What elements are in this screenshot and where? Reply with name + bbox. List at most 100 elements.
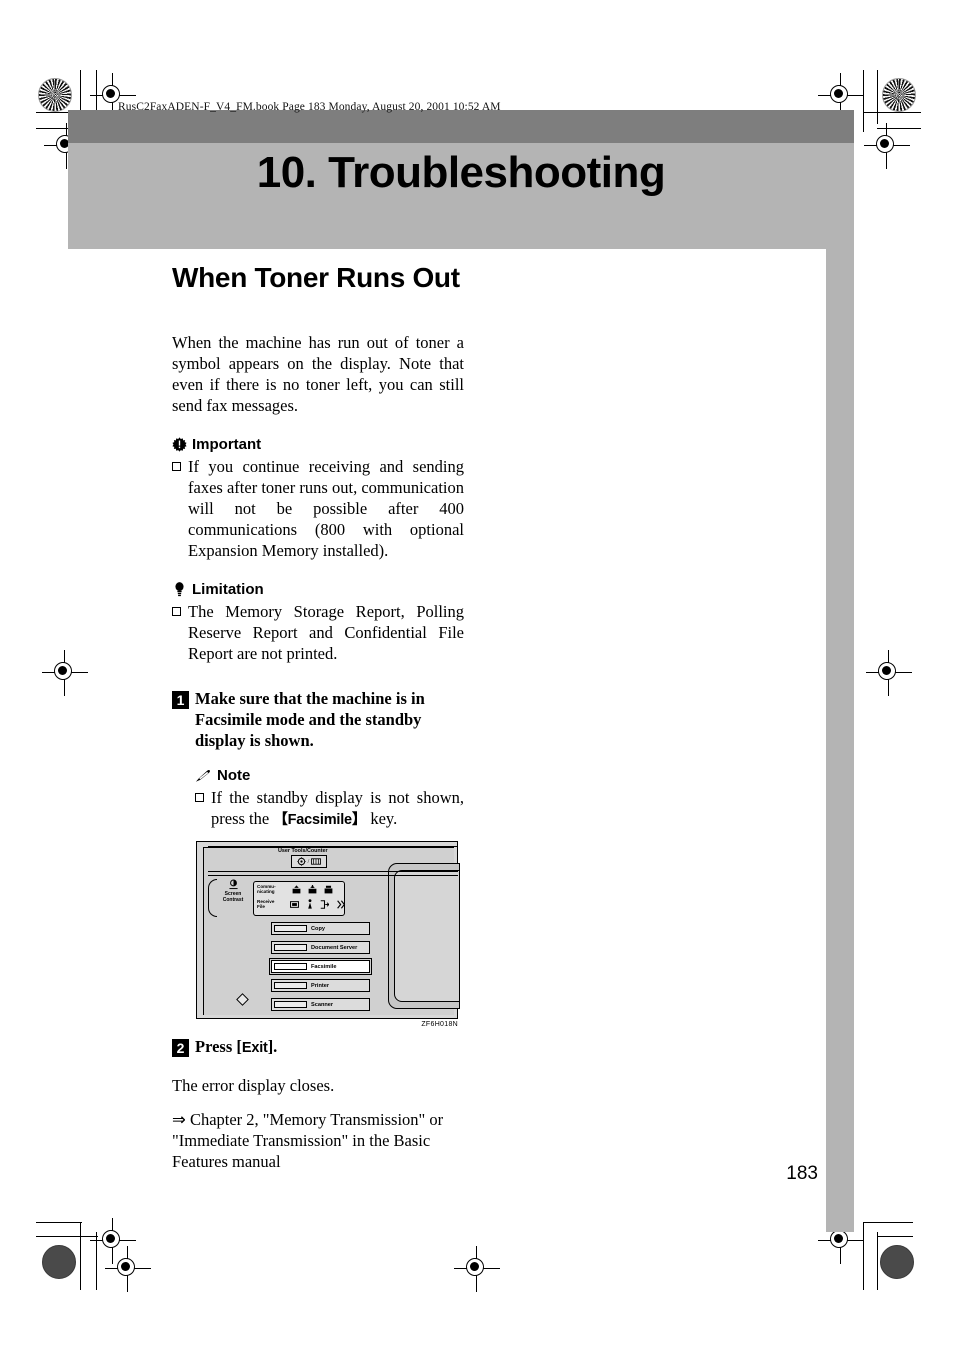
screen-contrast-control[interactable]: Screen Contrast <box>214 879 252 919</box>
function-key-document-server-label: Document Server <box>311 944 358 951</box>
function-key-document-server[interactable]: Document Server <box>271 941 370 954</box>
screen-contrast-label-2: Contrast <box>222 897 244 903</box>
step-1-row: 1 Make sure that the machine is in Facsi… <box>172 688 464 751</box>
density-patch-bottom-right <box>880 1245 914 1279</box>
crop-line-tr-h2 <box>877 128 921 130</box>
registration-mark-bottom-center <box>454 1246 500 1292</box>
control-panel-figure: User Tools/Counter / Screen Contrast Com… <box>196 841 460 1028</box>
star-target-mark-top-right <box>882 78 916 112</box>
square-bullet-icon <box>172 462 181 471</box>
function-key-printer[interactable]: Printer <box>271 979 370 992</box>
important-item: If you continue receiving and sending fa… <box>172 456 464 561</box>
star-target-mark-top-left <box>38 78 72 112</box>
function-key-lamp <box>274 982 307 989</box>
page-number: 183 <box>786 1163 818 1184</box>
note-item-suffix: key. <box>366 809 398 828</box>
limitation-heading: Limitation <box>172 581 464 598</box>
crop-line-tr-h1 <box>863 112 921 114</box>
note-block: Note If the standby display is not shown… <box>195 767 464 831</box>
function-key-scanner-label: Scanner <box>311 1001 334 1008</box>
step-2-number: 2 <box>172 1039 189 1057</box>
square-bullet-icon <box>172 607 181 616</box>
crop-line-br-v1 <box>863 1222 865 1290</box>
crop-line-bl-v2 <box>96 1232 98 1290</box>
figure-rule-b <box>208 875 458 876</box>
book-file-header: RusC2FaxADEN-F_V4_FM.book Page 183 Monda… <box>118 101 501 113</box>
function-key-lamp <box>274 963 307 970</box>
registration-mark-mid-right <box>866 650 912 696</box>
limitation-block: Limitation The Memory Storage Report, Po… <box>172 581 464 664</box>
communicating-label-2: nicating <box>257 889 275 894</box>
pencil-icon <box>195 769 211 783</box>
step-2-row: 2 Press [Exit]. <box>172 1036 464 1059</box>
chapter-band-dark <box>68 110 854 143</box>
registration-mark-mid-left <box>42 650 88 696</box>
crop-line-br-v2 <box>877 1232 879 1290</box>
exit-key-label: Exit <box>241 1040 268 1056</box>
limitation-item-text: The Memory Storage Report, Polling Reser… <box>188 602 464 663</box>
function-key-scanner[interactable]: Scanner <box>271 998 370 1011</box>
receive-indicator-icon <box>308 885 317 894</box>
function-key-lamp <box>274 1001 307 1008</box>
section-heading: When Toner Runs Out <box>172 262 460 293</box>
output-tray-icon <box>320 900 329 909</box>
section-intro-paragraph: When the machine has run out of toner a … <box>172 333 464 415</box>
step-1-text: Make sure that the machine is in Facsimi… <box>195 689 425 750</box>
contrast-dial-icon <box>228 879 238 890</box>
crop-line-tr-v2 <box>877 70 879 124</box>
function-key-copy[interactable]: Copy <box>271 922 370 935</box>
crop-line-bl-h2 <box>36 1236 98 1238</box>
memory-indicator-icon <box>324 885 333 894</box>
important-heading: Important <box>172 436 464 453</box>
limitation-label: Limitation <box>192 581 264 598</box>
content-column: When Toner Runs Out When the machine has… <box>172 262 464 831</box>
step-2-text-after: ]. <box>267 1037 278 1056</box>
chapter-title: 10. Troubleshooting <box>256 148 666 197</box>
page-edge-rail <box>826 249 854 1232</box>
figure-caption: ZF6H018N <box>421 1021 458 1028</box>
step-2-result-text: The error display closes. <box>172 1076 335 1095</box>
note-label: Note <box>217 767 251 784</box>
crop-line-tr-v1 <box>863 70 865 132</box>
crop-line-bl-h1 <box>36 1222 82 1224</box>
registration-mark-bottom-left-x <box>105 1246 151 1292</box>
step-2-text: Press [Exit]. <box>195 1036 464 1059</box>
crop-line-br-h2 <box>877 1236 913 1238</box>
lightbulb-icon <box>174 582 185 597</box>
note-heading: Note <box>195 767 464 784</box>
step-2-text-before: Press [ <box>195 1037 242 1056</box>
person-indicator-icon <box>308 899 312 909</box>
misfeed-indicator-icon <box>337 900 346 909</box>
content-column-lower: 2 Press [Exit]. The error display closes… <box>172 1036 464 1172</box>
user-tools-counter-button[interactable]: / <box>291 855 327 868</box>
function-key-facsimile[interactable]: Facsimile <box>269 958 372 975</box>
figure-display-screen <box>394 870 460 1002</box>
registration-mark-top-right-inner <box>864 123 910 169</box>
figure-top-rule <box>208 846 458 847</box>
function-key-lamp <box>274 944 307 951</box>
crop-line-br-h1 <box>863 1222 913 1224</box>
step-1: 1 Make sure that the machine is in Facsi… <box>172 688 464 751</box>
user-tools-counter-label: User Tools/Counter <box>278 848 328 854</box>
important-label: Important <box>192 436 262 453</box>
function-key-copy-label: Copy <box>311 925 325 932</box>
facsimile-key-label: 【Facsimile】 <box>273 812 367 828</box>
square-bullet-icon <box>195 793 204 802</box>
crop-line-bl-v1 <box>80 1222 82 1290</box>
transmit-indicator-icon <box>292 885 301 894</box>
confidential-file-icon <box>290 901 299 908</box>
function-key-printer-label: Printer <box>311 982 330 989</box>
important-burst-icon <box>172 437 187 452</box>
step-2-cross-reference: ⇒ Chapter 2, "Memory Transmission" or "I… <box>172 1110 444 1171</box>
counter-icon <box>311 858 322 865</box>
user-tools-gear-icon <box>296 857 306 866</box>
step-1-number: 1 <box>172 691 189 709</box>
figure-rule-a <box>208 871 458 872</box>
note-item-text: If the standby display is not shown, pre… <box>211 787 464 831</box>
note-item: If the standby display is not shown, pre… <box>195 787 464 831</box>
function-key-lamp <box>274 925 307 932</box>
limitation-item: The Memory Storage Report, Polling Reser… <box>172 601 464 664</box>
important-item-text: If you continue receiving and sending fa… <box>188 457 464 560</box>
important-block: Important If you continue receiving and … <box>172 436 464 561</box>
function-key-facsimile-label: Facsimile <box>311 963 337 970</box>
